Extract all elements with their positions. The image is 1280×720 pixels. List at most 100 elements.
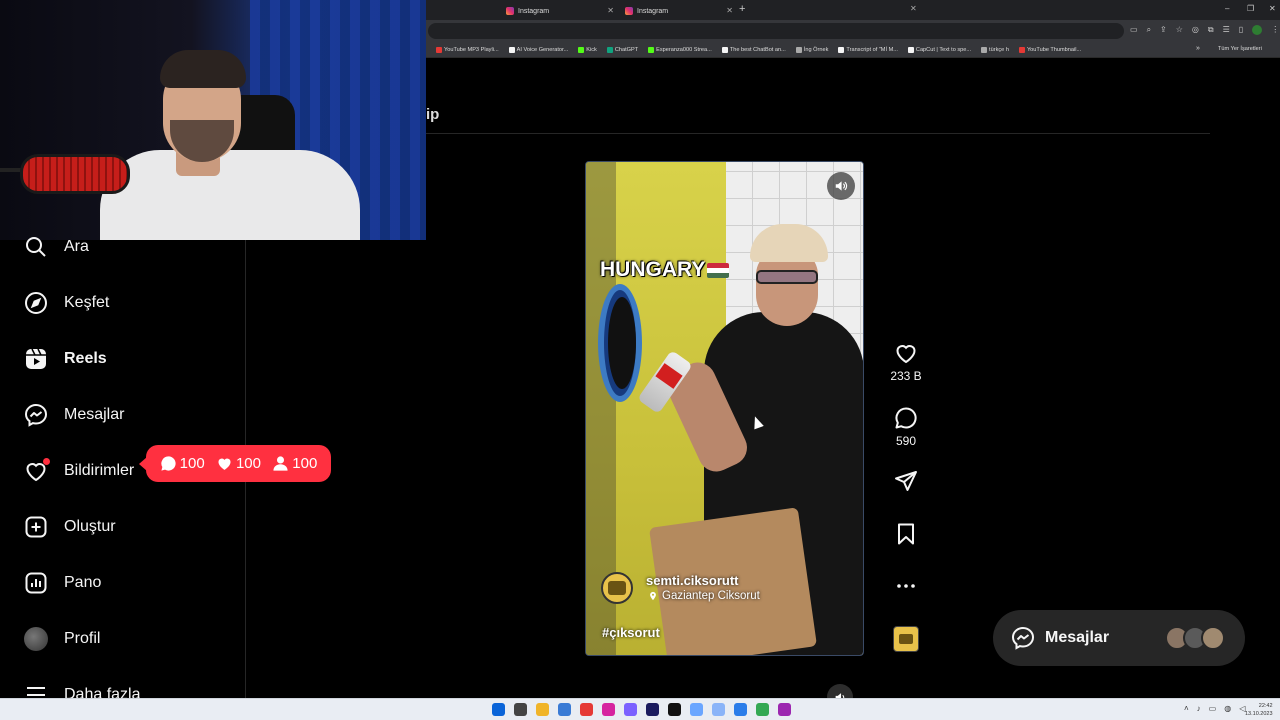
author-avatar[interactable] xyxy=(601,572,633,604)
recent-contacts xyxy=(1165,626,1225,650)
battery-icon[interactable]: ▭ xyxy=(1209,704,1217,713)
file-explorer-icon[interactable] xyxy=(536,703,549,716)
page-header-fragment: ip xyxy=(426,106,440,123)
chrome-icon[interactable] xyxy=(756,703,769,716)
bookmark[interactable]: Transcript of "Mİ M... xyxy=(838,46,898,53)
tab-title: Instagram xyxy=(637,7,669,15)
tab-close-icon[interactable]: ✕ xyxy=(910,4,917,13)
menu-dots-icon[interactable]: ⋮ xyxy=(1271,25,1279,35)
bookmark[interactable]: YouTube Thumbnail... xyxy=(1018,46,1081,53)
audio-icon[interactable]: ◎ xyxy=(1192,25,1199,35)
bookmarks-bar: YouTube MP3 Playli... AI Voice Generator… xyxy=(426,42,1280,58)
bookmark[interactable]: Kick xyxy=(578,46,597,53)
bookmark-favicon xyxy=(606,46,613,53)
bookmark-folder[interactable]: İng Örnek xyxy=(795,46,828,53)
reel-location[interactable]: Gaziantep Ciksorut xyxy=(648,590,760,602)
location-pin-icon xyxy=(650,591,656,601)
compass-icon xyxy=(25,292,47,314)
tab-close-icon[interactable]: ✕ xyxy=(726,6,733,15)
folder-icon xyxy=(795,46,802,53)
dashboard-icon xyxy=(25,572,47,594)
chevron-up-icon[interactable]: ˄ xyxy=(1184,704,1189,713)
zoom-icon[interactable]: ⌕ xyxy=(1147,25,1151,35)
sidebar-item-reels[interactable]: Reels xyxy=(24,344,107,374)
sidebar-item-label: Reels xyxy=(64,350,107,367)
minimize-icon[interactable]: – xyxy=(1225,4,1229,13)
bookmark-favicon xyxy=(721,46,728,53)
start-menu-icon[interactable] xyxy=(492,703,505,716)
author-avatar-image xyxy=(608,581,626,595)
tiktok-icon[interactable] xyxy=(668,703,681,716)
hungary-flag-icon xyxy=(707,262,730,278)
comment-action[interactable]: 590 xyxy=(888,406,924,448)
messages-label: Mesajlar xyxy=(1045,629,1110,646)
volume-button[interactable] xyxy=(827,172,855,200)
sidebar-item-dashboard[interactable]: Pano xyxy=(24,568,101,598)
share-icon[interactable]: ⇪ xyxy=(1160,25,1167,35)
author-username[interactable]: semti.ciksorutt xyxy=(646,573,738,588)
bookmark[interactable]: ChatGPT xyxy=(606,46,638,53)
star-icon[interactable]: ☆ xyxy=(1176,25,1183,35)
audio-source-thumbnail[interactable] xyxy=(893,626,919,652)
obs-icon[interactable] xyxy=(778,703,791,716)
app-icon[interactable] xyxy=(624,703,637,716)
close-window-icon[interactable]: ✕ xyxy=(1269,4,1276,13)
tab-close-icon[interactable]: ✕ xyxy=(607,6,614,15)
bookmark-folder[interactable]: türkçe h xyxy=(981,46,1009,53)
bookmark[interactable]: AI Voice Generator... xyxy=(508,46,568,53)
browser-tab[interactable]: Instagram ✕ xyxy=(500,2,618,20)
reel-hashtag[interactable]: #çıksorut xyxy=(602,625,660,640)
sidebar-item-search[interactable]: Ara xyxy=(24,232,89,262)
more-options-action[interactable] xyxy=(888,574,924,598)
bookmark[interactable]: CapCut | Text to spe... xyxy=(907,46,971,53)
person-glasses xyxy=(756,270,818,284)
screen-cast-icon[interactable]: ▭ xyxy=(1130,25,1138,35)
sidebar-item-messages[interactable]: Mesajlar xyxy=(24,400,124,430)
taskbar-apps xyxy=(492,703,791,716)
microphone-icon[interactable]: ♪ xyxy=(1197,704,1201,713)
extensions-icon[interactable]: ⧉ xyxy=(1208,25,1214,35)
system-clock[interactable]: 22:42 13.10.2023 xyxy=(1245,702,1273,718)
photoshop-icon[interactable] xyxy=(646,703,659,716)
maximize-icon[interactable]: ❐ xyxy=(1247,4,1254,13)
audio-thumbnail-image xyxy=(899,634,913,644)
instagram-icon[interactable] xyxy=(602,703,615,716)
bookmark[interactable]: YouTube MP3 Playli... xyxy=(436,46,499,53)
tab-title: Instagram xyxy=(518,7,550,15)
streamer-hair xyxy=(160,50,246,88)
share-action[interactable] xyxy=(888,469,924,493)
like-action[interactable]: 233 B xyxy=(888,341,924,383)
bookmark[interactable]: Esperanza000 Strea... xyxy=(648,46,712,53)
browser-tab[interactable]: Instagram ✕ xyxy=(619,2,737,20)
edge-icon[interactable] xyxy=(734,703,747,716)
sidebar-item-notifications[interactable]: Bildirimler xyxy=(24,456,134,486)
reading-list-icon[interactable]: ☰ xyxy=(1223,25,1230,35)
bookmark-favicon xyxy=(907,46,914,53)
messages-pill[interactable]: Mesajlar xyxy=(993,610,1245,666)
sidebar-item-create[interactable]: Oluştur xyxy=(24,512,116,542)
task-view-icon[interactable] xyxy=(514,703,527,716)
follow-count-group: 100 xyxy=(272,455,317,472)
os-taskbar: ˄ ♪ ▭ ◍ ◁ 22:42 13.10.2023 xyxy=(0,698,1280,720)
app-icon[interactable] xyxy=(558,703,571,716)
app-icon[interactable] xyxy=(712,703,725,716)
bookmark[interactable]: The best ChatBot an... xyxy=(721,46,786,53)
all-bookmarks-button[interactable]: Tüm Yer İşaretleri xyxy=(1218,46,1262,52)
sidebar-icon[interactable]: ▯ xyxy=(1239,25,1243,35)
save-action[interactable] xyxy=(888,522,924,546)
profile-avatar[interactable] xyxy=(1252,25,1263,35)
bookmark-favicon xyxy=(436,46,442,53)
app-icon[interactable] xyxy=(690,703,703,716)
clock-time: 22:42 xyxy=(1258,703,1273,709)
sidebar-item-profile[interactable]: Profil xyxy=(24,624,100,654)
notification-popup[interactable]: 100 100 100 xyxy=(139,445,331,482)
follow-count: 100 xyxy=(292,455,318,472)
reel-video[interactable]: HUNGARY semti.ciksorutt Gaziantep Ciksor… xyxy=(585,161,864,656)
screen: ✕ Instagram ✕ Instagram ✕ + – ❐ ✕ ▭ ⌕ ⇪ … xyxy=(0,0,1280,720)
new-tab-button[interactable]: + xyxy=(739,3,745,15)
network-icon[interactable]: ◍ xyxy=(1224,704,1231,713)
sidebar-item-explore[interactable]: Keşfet xyxy=(24,288,109,318)
app-icon[interactable] xyxy=(580,703,593,716)
bookmarks-overflow-button[interactable]: » xyxy=(1196,45,1200,52)
url-input[interactable] xyxy=(428,23,1124,39)
